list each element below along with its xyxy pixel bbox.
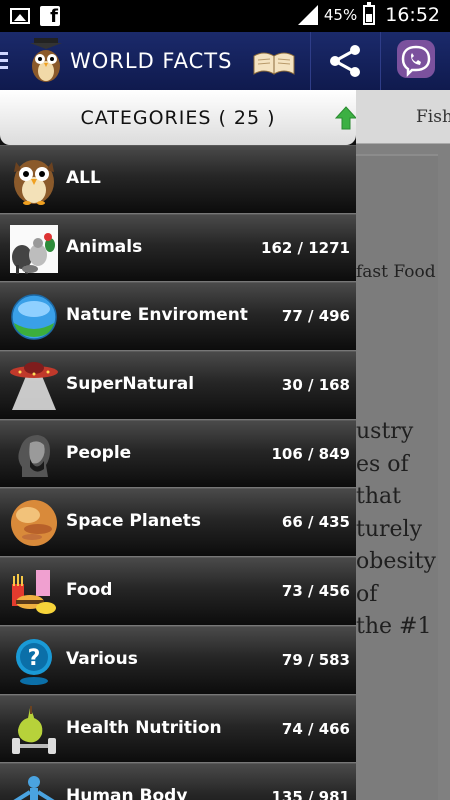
pear-dumbbell-icon: [12, 705, 56, 754]
category-item-space-planets[interactable]: Space Planets 66 / 435: [0, 488, 356, 558]
fact-line: the #1: [356, 614, 432, 639]
arrow-up-icon[interactable]: [335, 106, 356, 130]
category-label: Space Planets: [66, 511, 202, 532]
main-content: Fish fast Food ustry es of that turely o…: [356, 90, 450, 800]
share-button[interactable]: [310, 32, 378, 90]
category-label: ALL: [66, 168, 101, 188]
app-bar: WORLD FACTS: [0, 32, 450, 90]
category-count: 73 / 456: [281, 582, 350, 601]
fact-line: turely: [356, 516, 423, 542]
ufo-icon: [10, 362, 58, 411]
battery-percent: 45%: [323, 6, 358, 24]
category-count: 77 / 496: [281, 307, 350, 326]
svg-text:?: ?: [28, 646, 41, 671]
fact-line: es of: [356, 451, 409, 477]
category-label: SuperNatural: [66, 374, 195, 395]
portrait-icon: [18, 434, 50, 477]
share-icon: [330, 45, 360, 77]
category-item-human-body[interactable]: Human Body 135 / 981: [0, 763, 356, 800]
owl-logo-icon: [30, 38, 62, 82]
category-item-all[interactable]: ALL: [0, 145, 356, 214]
category-count: 106 / 849: [271, 444, 350, 463]
book-icon[interactable]: [252, 50, 296, 76]
owl-icon: [14, 160, 54, 205]
category-label: Health Nutrition: [66, 717, 222, 738]
category-count: 30 / 168: [281, 376, 350, 395]
category-label: Nature Enviroment: [66, 305, 248, 326]
drawer-toggle-icon[interactable]: [0, 52, 8, 73]
clock: 16:52: [385, 4, 440, 26]
category-item-food[interactable]: Food 73 / 456: [0, 557, 356, 626]
category-count: 162 / 1271: [261, 238, 350, 257]
facebook-notification-icon: f: [40, 6, 60, 27]
category-count: 135 / 981: [271, 788, 350, 800]
category-item-people[interactable]: People 106 / 849: [0, 419, 356, 489]
fact-line: that: [356, 484, 401, 509]
category-label: People: [66, 442, 132, 463]
categories-title: CATEGORIES ( 25 ): [80, 107, 276, 129]
fact-line: ustry: [356, 419, 414, 444]
tab-bar: Fish: [356, 90, 450, 144]
signal-icon: [297, 5, 318, 25]
viber-icon: [397, 40, 435, 78]
category-label: Animals: [66, 236, 143, 257]
category-item-supernatural[interactable]: SuperNatural 30 / 168: [0, 351, 356, 420]
fact-line: obesity: [356, 549, 436, 574]
human-body-icon: [13, 776, 55, 800]
category-item-nature-enviroment[interactable]: Nature Enviroment 77 / 496: [0, 282, 356, 352]
app-title: WORLD FACTS: [70, 49, 233, 73]
categories-drawer: CATEGORIES ( 25 ) ALL Animals 162 / 1271…: [0, 90, 356, 800]
planet-icon: [11, 500, 57, 547]
categories-header: CATEGORIES ( 25 ): [0, 90, 356, 145]
category-label: Food: [66, 580, 113, 601]
question-icon: ?: [16, 638, 52, 685]
image-notification-icon: [10, 8, 30, 24]
category-count: 66 / 435: [281, 513, 350, 532]
fact-card: fast Food ustry es of that turely obesit…: [356, 154, 438, 800]
category-item-health-nutrition[interactable]: Health Nutrition 74 / 466: [0, 694, 356, 764]
fact-text: ustry es of that turely obesity of the #…: [356, 416, 436, 644]
category-item-animals[interactable]: Animals 162 / 1271: [0, 213, 356, 283]
animals-icon: [10, 224, 58, 274]
category-count: 74 / 466: [281, 719, 350, 738]
globe-icon: [11, 294, 57, 341]
viber-button[interactable]: [380, 32, 450, 90]
category-list: ALL Animals 162 / 1271 Nature Enviroment…: [0, 145, 356, 800]
category-item-various[interactable]: ? Various 79 / 583: [0, 625, 356, 695]
food-icon: [12, 570, 56, 615]
category-label: Various: [66, 648, 138, 669]
fact-line: of: [356, 581, 378, 607]
battery-icon: [363, 2, 376, 25]
status-bar: f 45% 16:52: [0, 0, 450, 32]
category-count: 79 / 583: [281, 650, 350, 669]
tab-fish[interactable]: Fish: [416, 107, 450, 127]
category-label: Human Body: [66, 786, 188, 800]
fact-card-title: fast Food: [356, 262, 436, 282]
